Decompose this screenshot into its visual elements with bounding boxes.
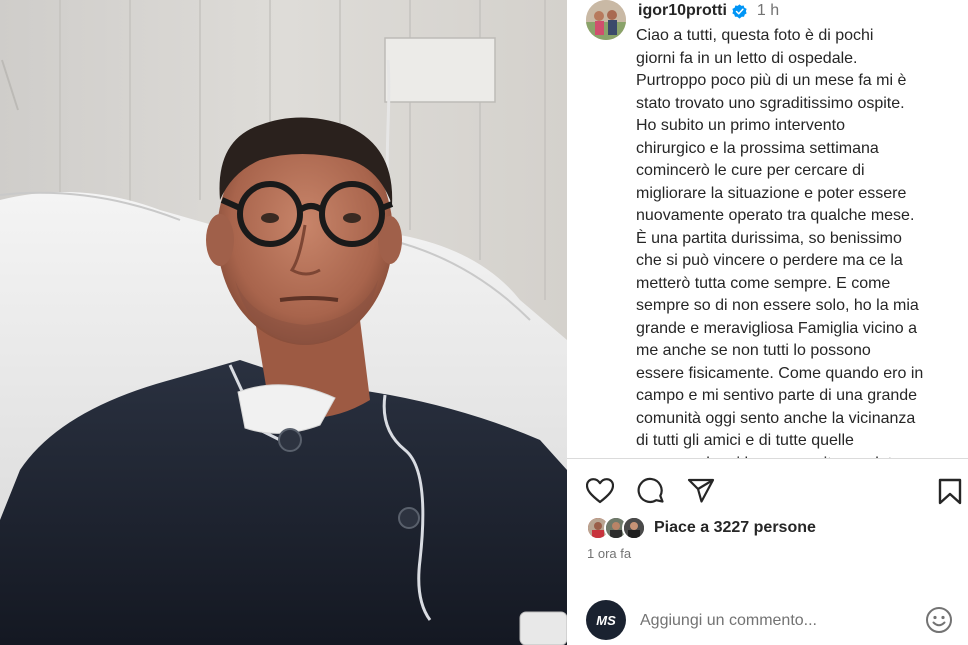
hospital-selfie-image — [0, 0, 567, 645]
liker-avatars — [586, 516, 646, 540]
post-photo[interactable] — [0, 0, 567, 645]
comment-input[interactable] — [640, 608, 910, 634]
owner-header: igor10protti 1 h — [638, 2, 779, 20]
smiley-icon — [926, 607, 952, 633]
likes-count[interactable]: Piace a 3227 persone — [654, 519, 816, 537]
likes-row[interactable]: Piace a 3227 persone — [586, 516, 816, 540]
liker-avatar — [622, 516, 646, 540]
like-button[interactable] — [585, 476, 615, 506]
comment-button[interactable] — [636, 476, 666, 506]
current-user-avatar-text: MS — [596, 612, 616, 628]
action-bar — [567, 470, 968, 510]
current-user-avatar[interactable]: MS — [586, 600, 626, 640]
post-time[interactable]: 1 h — [757, 2, 779, 20]
share-button[interactable] — [686, 476, 716, 506]
comment-bar: MS — [567, 598, 968, 642]
caption-scroll-area[interactable]: igor10protti 1 h Ciao a tutti, questa fo… — [567, 0, 968, 458]
divider — [567, 458, 968, 459]
heart-icon — [586, 478, 614, 504]
paper-plane-icon — [687, 478, 715, 503]
post-timestamp[interactable]: 1 ora fa — [587, 546, 631, 561]
owner-avatar[interactable] — [586, 0, 626, 40]
save-button[interactable] — [935, 476, 965, 506]
speech-bubble-icon — [637, 477, 664, 503]
verified-badge-icon — [732, 3, 747, 19]
bookmark-icon — [938, 478, 962, 504]
emoji-button[interactable] — [924, 605, 954, 635]
post-side-panel: igor10protti 1 h Ciao a tutti, questa fo… — [567, 0, 968, 645]
username-link[interactable]: igor10protti — [638, 2, 727, 20]
caption-text: Ciao a tutti, questa foto è di pochi gio… — [636, 27, 924, 458]
